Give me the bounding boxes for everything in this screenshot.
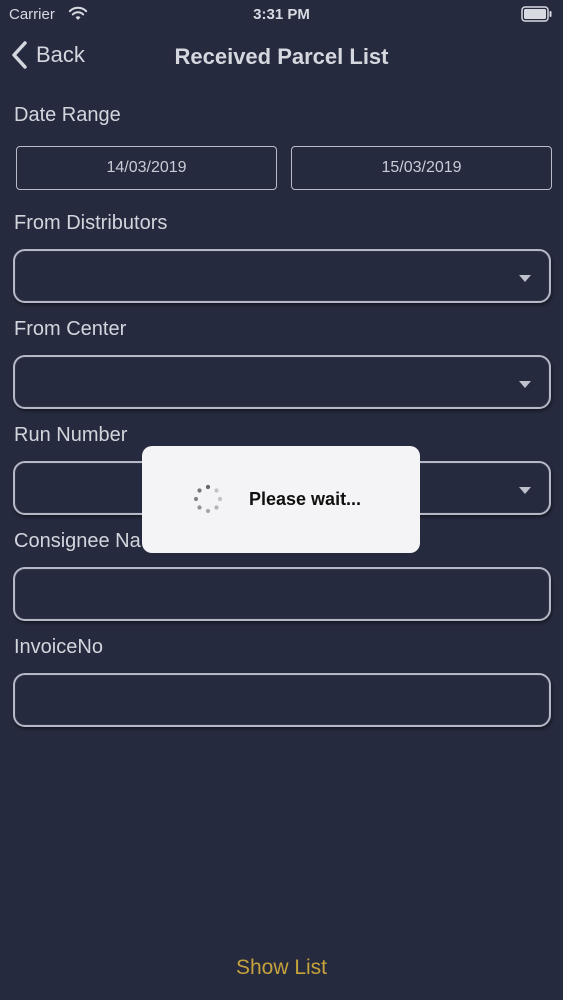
invoice-no-input[interactable]: [13, 673, 551, 727]
battery-icon: [521, 6, 552, 22]
from-center-select[interactable]: [13, 355, 551, 409]
please-wait-message: Please wait...: [249, 489, 362, 509]
status-bar: Carrier 3:31 PM: [0, 0, 563, 30]
consignee-name-input[interactable]: [13, 567, 551, 621]
caret-down-icon: [519, 381, 531, 388]
navigation-bar: Back Received Parcel List: [0, 30, 563, 84]
show-list-button[interactable]: Show List: [0, 956, 563, 980]
status-time: 3:31 PM: [253, 6, 310, 23]
date-to-field[interactable]: 15/03/2019: [291, 146, 552, 190]
caret-down-icon: [519, 487, 531, 494]
page-title: Received Parcel List: [174, 44, 389, 69]
spinner-icon: [193, 484, 223, 514]
from-center-label: From Center: [14, 318, 127, 340]
from-distributors-select[interactable]: [13, 249, 551, 303]
consignee-name-label: Consignee Na: [14, 530, 141, 552]
caret-down-icon: [519, 275, 531, 282]
date-range-label: Date Range: [14, 104, 121, 126]
date-from-field[interactable]: 14/03/2019: [16, 146, 277, 190]
please-wait-dialog: Please wait...: [142, 446, 420, 553]
from-distributors-label: From Distributors: [14, 212, 168, 234]
invoice-no-label: InvoiceNo: [14, 636, 103, 658]
screen: Carrier 3:31 PM Back Received Parcel Lis…: [0, 0, 563, 1000]
run-number-label: Run Number: [14, 424, 128, 446]
